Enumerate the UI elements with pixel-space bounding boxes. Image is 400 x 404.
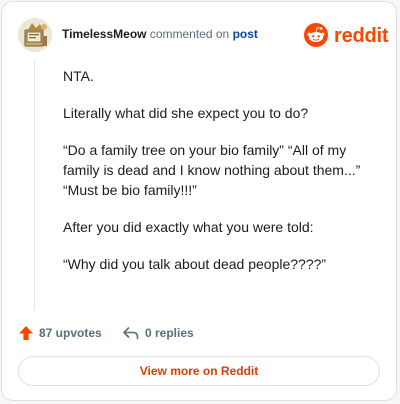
username-link[interactable]: TimelessMeow [62,27,146,41]
reply-count: 0 replies [145,326,194,340]
comment-paragraph: Literally what did she expect you to do? [63,105,309,121]
upvote-button[interactable]: 87 upvotes [18,323,102,343]
reddit-wordmark: reddit [334,25,389,47]
upvote-arrow-icon [19,326,33,340]
avatar[interactable] [18,18,52,52]
reply-button[interactable]: 0 replies [122,323,194,343]
view-more-button[interactable]: View more on Reddit [18,356,380,386]
post-link[interactable]: post [233,27,258,41]
view-more-label: View more on Reddit [139,364,259,378]
reddit-logo[interactable]: reddit [304,23,389,49]
comment-paragraph: “Why did you talk about dead people????” [63,256,327,272]
avatar-icon [18,18,52,52]
comment-paragraph: After you did exactly what you were told… [63,219,314,235]
thread-line [34,60,35,310]
comment-paragraph: NTA. [63,68,94,84]
comment-body: NTA. Literally what did she expect you t… [63,66,381,291]
reply-arrow-icon [123,327,139,340]
upvote-count: 87 upvotes [39,326,102,340]
reddit-snoo-icon [304,23,328,47]
byline-action-text: commented on [149,27,230,41]
embedded-comment-card: TimelessMeow commented on post reddit NT… [1,1,397,401]
comment-paragraph: “Do a family tree on your bio family” “A… [63,142,361,198]
comment-byline: TimelessMeow commented on post [62,27,258,41]
comment-header: TimelessMeow commented on post reddit [18,18,389,52]
